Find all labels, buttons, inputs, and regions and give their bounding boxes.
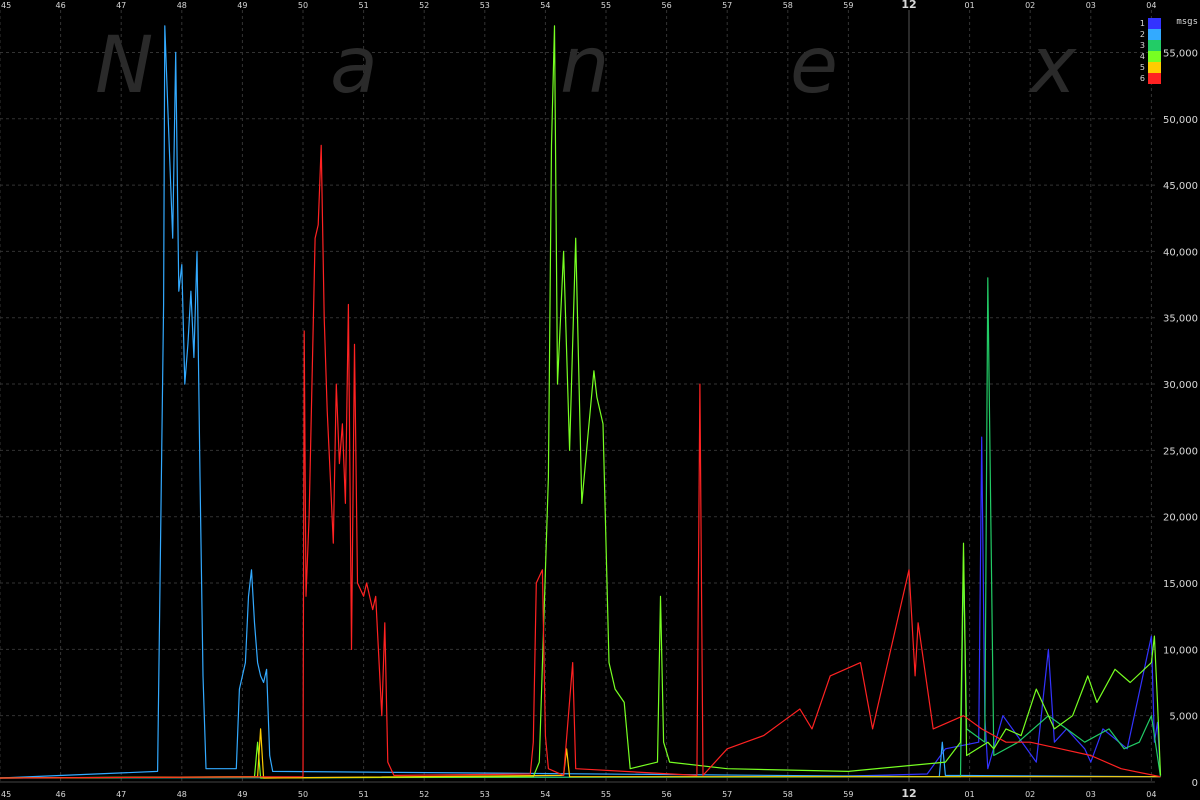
x-tick-label-bottom: 48 [177,790,187,799]
legend-swatch-1 [1148,18,1161,29]
watermark-letter: N [95,21,153,111]
y-tick-label: 50,000 [1163,115,1198,126]
y-tick-label: 25,000 [1163,446,1198,457]
watermark-letter: x [1027,21,1077,111]
legend-swatch-6 [1148,73,1161,84]
y-tick-label: 30,000 [1163,380,1198,391]
legend-label-4: 4 [1140,52,1145,61]
y-tick-label: 10,000 [1163,645,1198,656]
message-rate-chart: Nanex 45 46 47 48 49 50 51 52 53 54 55 56 57 58 59 12 01… [0,0,1198,800]
x-tick-label-top: 02 [1025,1,1035,10]
x-tick-label-bottom: 56 [662,790,672,799]
x-tick-label-top: 51 [359,1,369,10]
x-tick-label-bottom: 53 [480,790,490,799]
watermark-letter: n [560,21,609,111]
legend-swatch-5 [1148,62,1161,73]
x-tick-label-bottom: 59 [843,790,853,799]
x-tick-label-top: 03 [1086,1,1096,10]
legend-label-3: 3 [1140,41,1145,50]
x-tick-label-top: 49 [237,1,247,10]
x-tick-label-bottom: 12 [901,787,916,800]
x-tick-label-top: 57 [722,1,732,10]
x-tick-label-bottom: 01 [965,790,975,799]
y-axis-ticks: 5,000 10,000 15,000 20,000 25,000 30,000 35,00… [1163,48,1198,789]
y-tick-label: 35,000 [1163,314,1198,325]
x-tick-label-top: 50 [298,1,308,10]
x-tick-label-bottom: 52 [419,790,429,799]
legend-label-5: 5 [1140,63,1145,72]
x-tick-label-bottom: 47 [116,790,126,799]
x-tick-label-bottom: 58 [783,790,793,799]
x-tick-label-bottom: 49 [237,790,247,799]
y-tick-label: 55,000 [1163,48,1198,59]
y-tick-label: 15,000 [1163,579,1198,590]
x-tick-label-top: 54 [540,1,550,10]
y-axis-unit-label: msgs [1176,17,1198,27]
legend-swatch-4 [1148,51,1161,62]
x-tick-label-bottom: 54 [540,790,550,799]
legend-label-1: 1 [1140,19,1145,28]
x-tick-label-top: 53 [480,1,490,10]
x-tick-label-bottom: 02 [1025,790,1035,799]
series-line-3 [0,277,1162,779]
x-tick-label-top: 46 [56,1,66,10]
x-tick-label-bottom: 57 [722,790,732,799]
x-tick-label-top: 56 [662,1,672,10]
watermark-letter: e [790,21,838,111]
y-tick-label: 5,000 [1169,712,1198,723]
x-tick-label-top: 45 [1,1,11,10]
x-tick-label-bottom: 03 [1086,790,1096,799]
x-tick-label-top: 58 [783,1,793,10]
series-lines [0,25,1162,779]
x-tick-label-bottom: 46 [56,790,66,799]
x-tick-label-top: 47 [116,1,126,10]
y-tick-label: 20,000 [1163,513,1198,524]
x-axis-top-ticks: 45 46 47 48 49 50 51 52 53 54 55 56 57 58 59 12 01 02 03 04 [1,0,1156,11]
legend-label-6: 6 [1140,74,1145,83]
x-tick-label-top: 12 [901,0,916,11]
legend-swatch-2 [1148,29,1161,40]
grid [0,10,1155,783]
legend: 1 2 3 4 5 6 [1140,18,1161,84]
x-tick-label-bottom: 51 [359,790,369,799]
x-tick-label-bottom: 50 [298,790,308,799]
x-tick-label-top: 48 [177,1,187,10]
y-tick-label: 40,000 [1163,247,1198,258]
x-tick-label-top: 04 [1146,1,1156,10]
x-tick-label-bottom: 04 [1146,790,1156,799]
y-tick-label: 45,000 [1163,181,1198,192]
x-tick-label-top: 01 [965,1,975,10]
x-axis-bottom-ticks: 45 46 47 48 49 50 51 52 53 54 55 56 57 58 59 12 01 02 03 04 [1,787,1156,800]
x-tick-label-bottom: 45 [1,790,11,799]
legend-swatch-3 [1148,40,1161,51]
legend-label-2: 2 [1140,30,1145,39]
x-tick-label-top: 55 [601,1,611,10]
x-tick-label-top: 52 [419,1,429,10]
y-tick-label-zero: 0 [1192,778,1198,789]
x-tick-label-top: 59 [843,1,853,10]
x-tick-label-bottom: 55 [601,790,611,799]
watermark-letter: a [330,21,378,111]
